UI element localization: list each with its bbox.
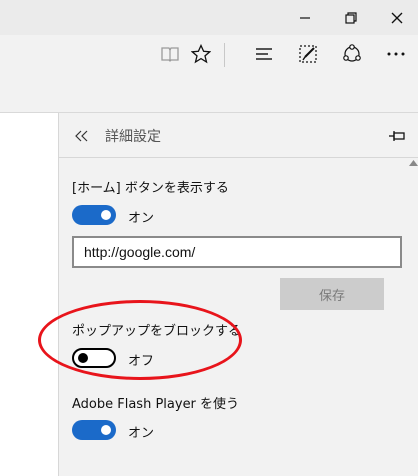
restore-button[interactable] <box>328 0 374 35</box>
popup-block-state: オフ <box>128 354 155 369</box>
web-note-button[interactable] <box>293 39 323 69</box>
page-content <box>0 113 58 476</box>
web-note-icon <box>299 45 317 63</box>
pane-title: 詳細設定 <box>105 129 161 145</box>
browser-toolbar <box>0 35 418 73</box>
minimize-icon <box>300 16 310 19</box>
toggle-knob <box>101 210 111 220</box>
reading-view-icon <box>161 47 179 62</box>
minimize-button[interactable] <box>282 0 328 35</box>
popup-block-toggle[interactable] <box>72 348 116 368</box>
flash-player-toggle[interactable] <box>72 420 116 440</box>
home-button-toggle[interactable] <box>72 205 116 225</box>
pin-button[interactable] <box>385 125 409 147</box>
advanced-settings-pane: 詳細設定 [ホーム] ボタンを表示する オン 保存 ポップアップをブロックする … <box>58 113 418 476</box>
save-button[interactable]: 保存 <box>280 278 384 310</box>
back-button[interactable] <box>71 125 93 147</box>
more-icon <box>387 52 405 56</box>
more-actions-button[interactable] <box>381 39 411 69</box>
toggle-knob <box>101 425 111 435</box>
favorite-star-icon <box>191 44 211 64</box>
hub-button[interactable] <box>249 39 279 69</box>
toggle-knob <box>78 353 88 363</box>
close-button[interactable] <box>374 0 418 35</box>
favorite-button[interactable] <box>186 39 216 69</box>
share-button[interactable] <box>337 39 367 69</box>
back-chevron-icon <box>75 130 88 142</box>
pane-header: 詳細設定 <box>59 113 418 158</box>
home-url-input[interactable] <box>72 236 402 268</box>
close-icon <box>391 12 403 23</box>
scrollbar[interactable] <box>408 158 418 476</box>
toolbar-separator <box>224 43 225 67</box>
hub-icon <box>256 48 272 60</box>
scroll-up-arrow-icon[interactable] <box>409 160 418 166</box>
home-button-state: オン <box>128 211 155 226</box>
reading-view-button[interactable] <box>155 39 185 69</box>
share-icon <box>343 44 361 62</box>
flash-player-label: Adobe Flash Player を使う <box>72 397 240 412</box>
favorites-bar <box>0 73 418 113</box>
popup-block-label: ポップアップをブロックする <box>72 324 242 339</box>
home-button-label: [ホーム] ボタンを表示する <box>72 181 229 196</box>
flash-player-state: オン <box>128 426 155 441</box>
pin-icon <box>389 131 405 141</box>
window-title-bar <box>0 0 418 35</box>
restore-icon <box>345 11 357 24</box>
